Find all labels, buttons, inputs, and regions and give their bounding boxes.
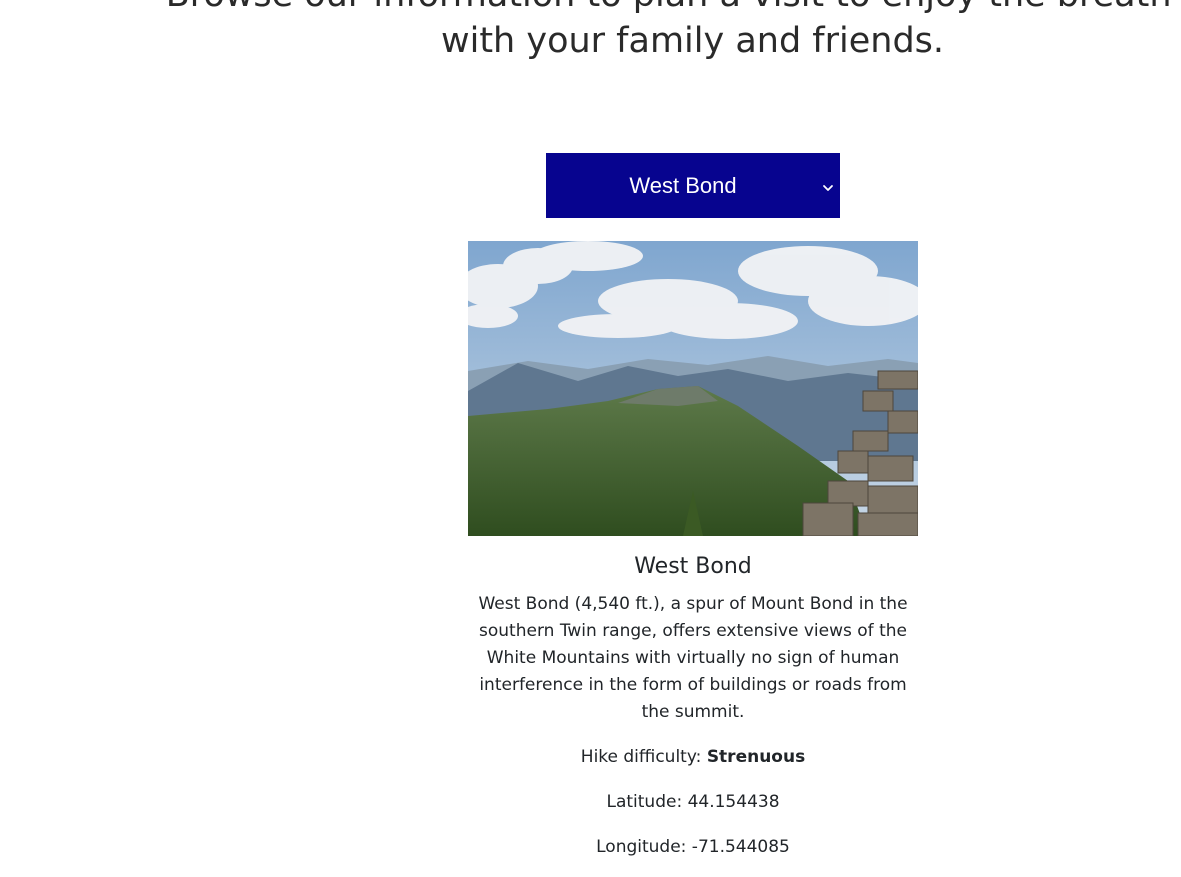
hike-difficulty: Hike difficulty: Strenuous xyxy=(476,745,910,769)
chevron-down-icon xyxy=(822,179,834,191)
peak-description: West Bond (4,540 ft.), a spur of Mount B… xyxy=(478,594,908,722)
hero-line-2: with your family and friends. xyxy=(440,21,945,61)
peak-select-value: West Bond xyxy=(629,173,737,198)
peak-photo xyxy=(468,241,918,536)
difficulty-label: Hike difficulty: xyxy=(580,747,707,767)
peak-select[interactable]: West Bond xyxy=(546,153,840,218)
peak-name: West Bond xyxy=(634,554,752,579)
latitude: Latitude: 44.154438 xyxy=(606,792,780,812)
longitude: Longitude: -71.544085 xyxy=(596,837,790,857)
hero-line-1: Browse our information to plan a visit t… xyxy=(0,0,1181,18)
page: Browse our information to plan a visit t… xyxy=(0,0,1181,877)
hero-heading: Browse our information to plan a visit t… xyxy=(0,0,1181,64)
difficulty-value: Strenuous xyxy=(706,747,806,767)
